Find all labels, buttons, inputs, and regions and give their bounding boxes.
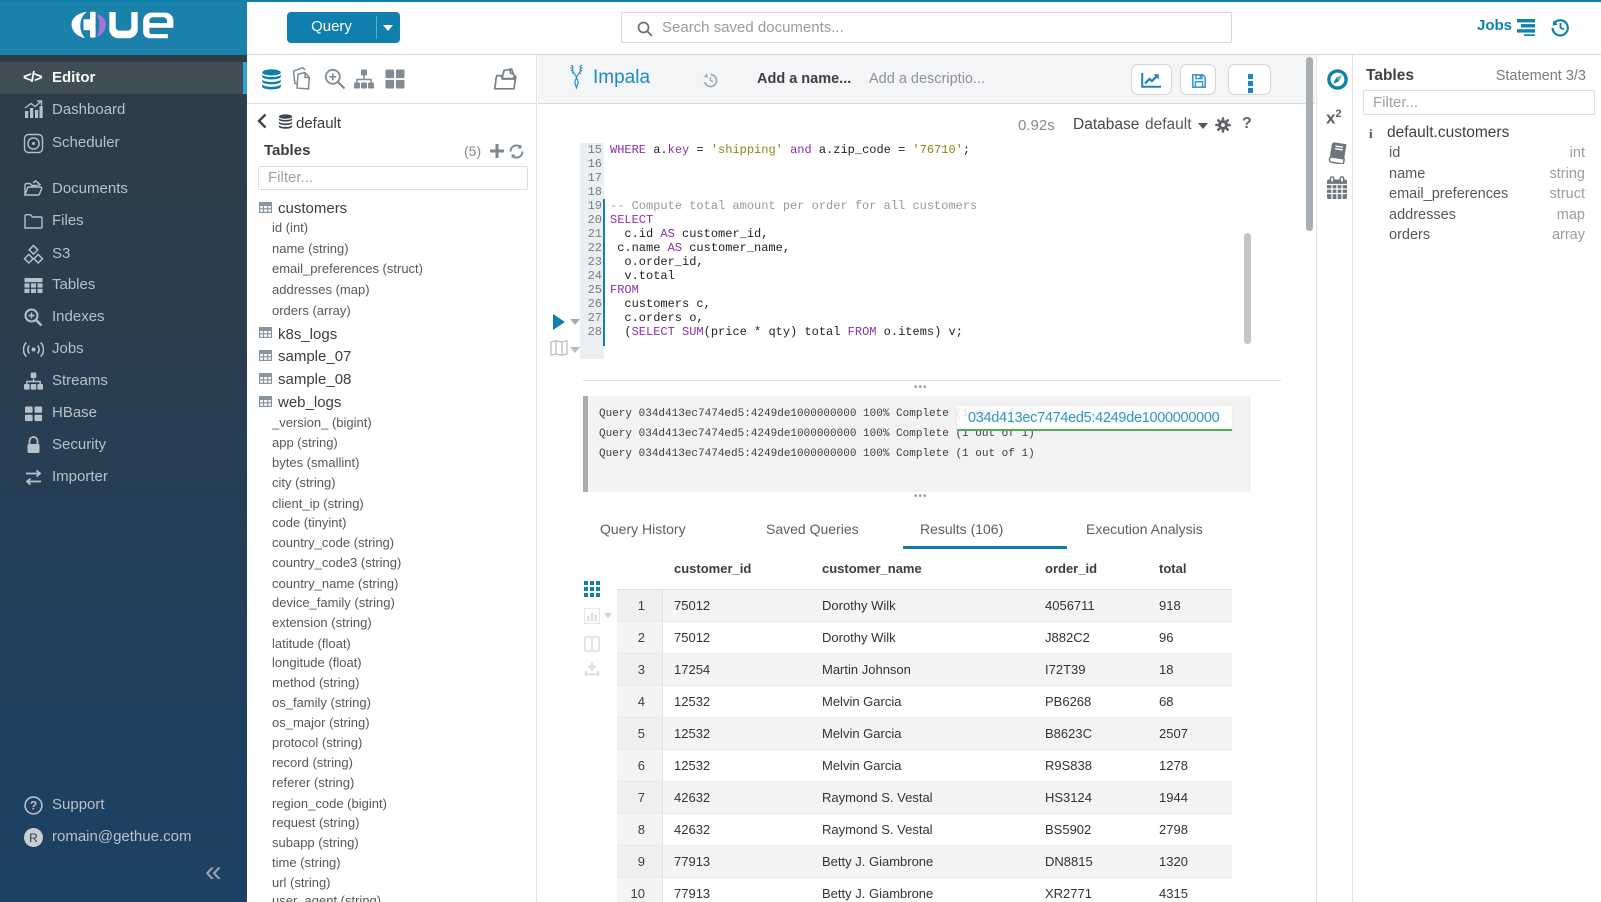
svg-text:?: ? <box>30 799 37 813</box>
svg-text:R: R <box>29 831 38 845</box>
